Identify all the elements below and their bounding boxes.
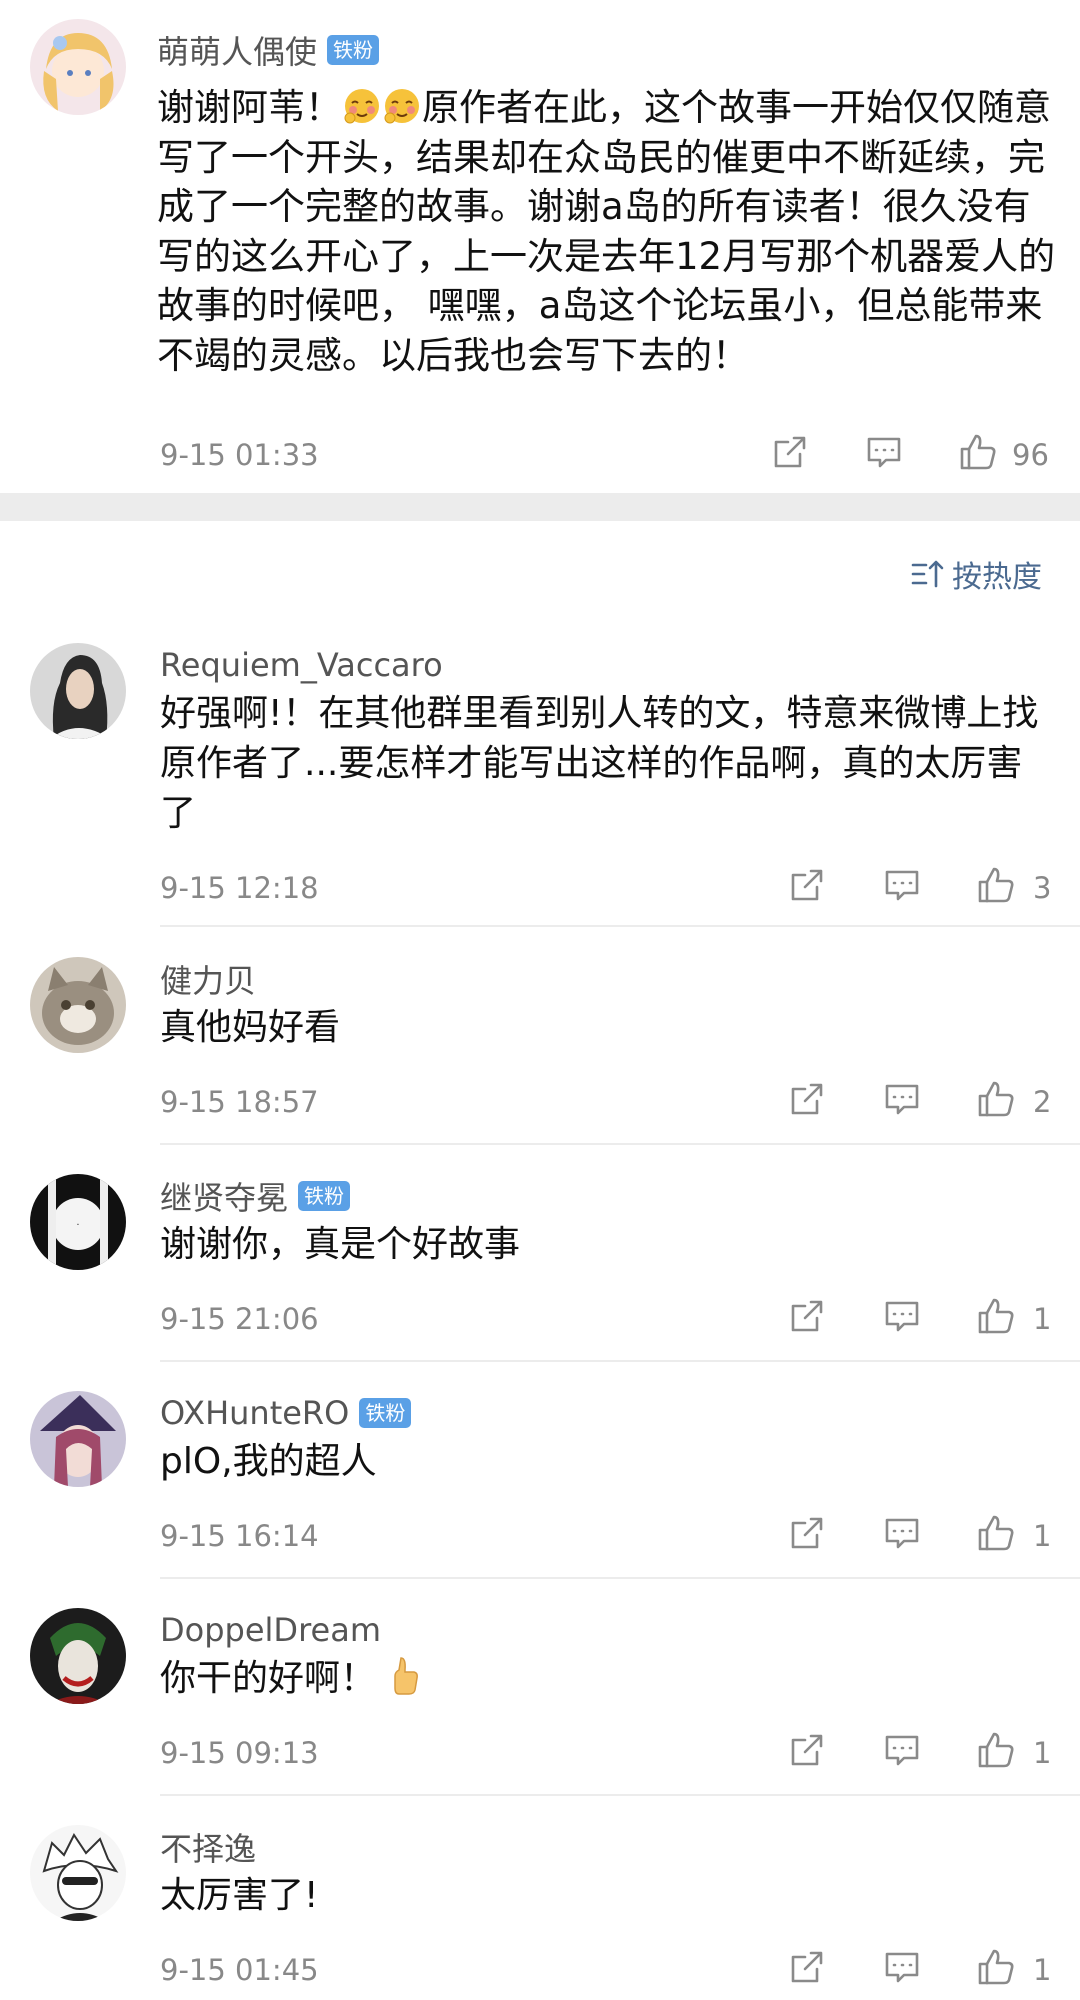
comment-separator — [160, 1143, 1080, 1145]
comment-actions: 9-15 12:18 3 — [0, 865, 1080, 911]
like-icon[interactable] — [976, 865, 1016, 905]
like-icon[interactable] — [976, 1947, 1016, 1987]
sort-icon — [911, 560, 944, 588]
username-text[interactable]: OXHunteRO — [160, 1394, 349, 1432]
avatar[interactable] — [30, 1391, 126, 1487]
like-count: 96 — [1012, 438, 1049, 472]
comment-text: 真他妈好看 — [160, 1007, 341, 1048]
comment-text: 你干的好啊！ — [160, 1654, 1040, 1704]
repost-icon[interactable] — [787, 1296, 827, 1336]
avatar[interactable]: · — [30, 1174, 126, 1270]
comment-actions: 9-15 09:13 1 — [0, 1730, 1080, 1776]
timestamp: 9-15 18:57 — [160, 1085, 319, 1119]
like-count: 3 — [1033, 871, 1052, 905]
repost-icon[interactable] — [787, 1730, 827, 1770]
avatar[interactable] — [30, 19, 126, 115]
avatar[interactable] — [30, 643, 126, 739]
like-icon[interactable] — [976, 1513, 1016, 1553]
thumbs-up-icon — [390, 1656, 430, 1696]
repost-icon[interactable] — [787, 865, 827, 905]
username[interactable]: OXHunteRO 铁粉 — [160, 1391, 412, 1435]
like-icon[interactable] — [976, 1079, 1016, 1119]
fan-badge: 铁粉 — [359, 1398, 412, 1428]
like-count: 2 — [1033, 1085, 1052, 1119]
comment-separator — [160, 1577, 1080, 1579]
comment-actions: 9-15 21:06 1 — [0, 1296, 1080, 1342]
timestamp: 9-15 01:33 — [160, 438, 319, 472]
reply-text-start: 谢谢阿苇！ — [157, 86, 342, 129]
reply-actions: 9-15 01:33 96 — [0, 432, 1080, 478]
like-count: 1 — [1033, 1736, 1052, 1770]
avatar[interactable] — [30, 1608, 126, 1704]
author-reply: 萌萌人偶使 铁粉 谢谢阿苇！ 原作者在此，这个故事一开始仅仅随意写了一个开头，结果… — [0, 0, 1080, 493]
timestamp: 9-15 09:13 — [160, 1736, 319, 1770]
comment-separator — [160, 1794, 1080, 1796]
comment-icon[interactable] — [864, 432, 904, 472]
comment-actions: 9-15 16:14 1 — [0, 1513, 1080, 1559]
fan-badge: 铁粉 — [298, 1181, 351, 1211]
repost-icon[interactable] — [787, 1079, 827, 1119]
comment-icon[interactable] — [882, 1513, 922, 1553]
username[interactable]: DoppelDream — [160, 1608, 381, 1652]
username[interactable]: 不择逸 — [160, 1825, 256, 1869]
comment-separator — [160, 925, 1080, 927]
avatar[interactable] — [30, 957, 126, 1053]
comment-icon[interactable] — [882, 865, 922, 905]
timestamp: 9-15 12:18 — [160, 871, 319, 905]
comment-actions: 9-15 18:57 2 — [0, 1079, 1080, 1125]
comment-text: 好强啊!！在其他群里看到别人转的文，特意来微博上找原作者了...要怎样才能写出这… — [160, 693, 1039, 834]
comment-text: 谢谢你，真是个好故事 — [160, 1224, 521, 1265]
sort-label[interactable]: 按热度 — [952, 552, 1042, 596]
comment-icon[interactable] — [882, 1947, 922, 1987]
repost-icon[interactable] — [787, 1513, 827, 1553]
fan-badge: 铁粉 — [327, 35, 380, 65]
username[interactable]: 健力贝 — [160, 957, 256, 1001]
username-text[interactable]: 萌萌人偶使 — [157, 27, 317, 73]
comment-text: plO,我的超人 — [160, 1441, 377, 1482]
like-icon[interactable] — [976, 1730, 1016, 1770]
comment-text-content: 你干的好啊！ — [160, 1658, 377, 1699]
repost-icon[interactable] — [787, 1947, 827, 1987]
comment-separator — [160, 1360, 1080, 1362]
avatar[interactable] — [30, 1825, 126, 1921]
timestamp: 9-15 16:14 — [160, 1519, 319, 1553]
timestamp: 9-15 21:06 — [160, 1302, 319, 1336]
sort-toggle[interactable]: 按热度 — [910, 552, 1042, 596]
svg-text:·: · — [76, 1220, 79, 1231]
comment-icon[interactable] — [882, 1730, 922, 1770]
comment-text: 太厉害了! — [160, 1875, 319, 1916]
blushing-face-icon — [342, 86, 382, 126]
like-icon[interactable] — [958, 432, 998, 472]
section-divider — [0, 493, 1080, 521]
blushing-face-icon — [382, 86, 422, 126]
reply-text-rest: 原作者在此，这个故事一开始仅仅随意写了一个开头，结果却在众岛民的催更中不断延续，… — [157, 86, 1056, 377]
repost-icon[interactable] — [770, 432, 810, 472]
username[interactable]: Requiem_Vaccaro — [160, 643, 443, 687]
comment-icon[interactable] — [882, 1296, 922, 1336]
comment-screen: 萌萌人偶使 铁粉 谢谢阿苇！ 原作者在此，这个故事一开始仅仅随意写了一个开头，结果… — [0, 0, 1080, 2000]
like-count: 1 — [1033, 1302, 1052, 1336]
like-count: 1 — [1033, 1953, 1052, 1987]
comment-icon[interactable] — [882, 1079, 922, 1119]
like-count: 1 — [1033, 1519, 1052, 1553]
timestamp: 9-15 01:45 — [160, 1953, 319, 1987]
username[interactable]: 继贤夺冕 铁粉 — [160, 1173, 351, 1219]
like-icon[interactable] — [976, 1296, 1016, 1336]
reply-text: 谢谢阿苇！ 原作者在此，这个故事一开始仅仅随意写了一个开头，结果却在众岛民的催更中… — [157, 83, 1057, 380]
username[interactable]: 萌萌人偶使 铁粉 — [157, 27, 380, 73]
comment-actions: 9-15 01:45 1 — [0, 1947, 1080, 1993]
username-text[interactable]: 继贤夺冕 — [160, 1173, 288, 1219]
